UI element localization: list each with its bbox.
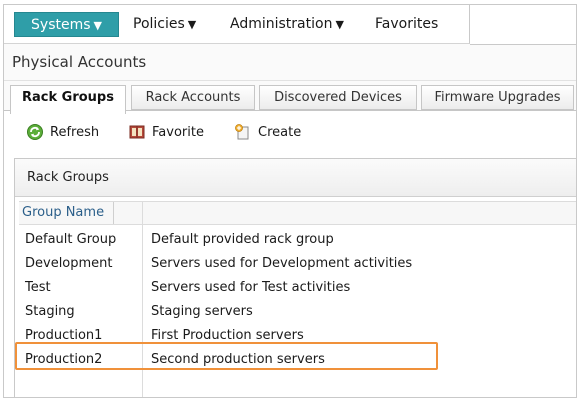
column-header-description[interactable] (143, 202, 443, 224)
panel-header: Rack Groups (15, 159, 576, 197)
caret-down-icon: ▼ (335, 18, 344, 31)
grid-header: Group Name (19, 201, 576, 225)
nav-policies-button[interactable]: Policies ▼ (133, 12, 196, 37)
favorite-label: Favorite (152, 125, 204, 140)
title-divider (4, 80, 576, 81)
create-icon (235, 123, 249, 139)
app-frame: Systems ▼ Policies ▼ Administration ▼ Favor… (3, 4, 577, 398)
caret-down-icon: ▼ (93, 19, 102, 32)
table-row[interactable]: Test Servers used for Test activities (19, 276, 576, 300)
table-row[interactable]: Default Group Default provided rack grou… (19, 228, 576, 252)
tab-label: Rack Accounts (145, 90, 241, 105)
refresh-icon (27, 123, 43, 140)
nav-administration-label: Administration (230, 16, 333, 32)
tab-firmware-upgrades[interactable]: Firmware Upgrades (421, 85, 574, 110)
cell-description: Staging servers (151, 304, 253, 319)
column-header-group-name[interactable]: Group Name (19, 202, 114, 224)
cell-group-name: Default Group (25, 232, 117, 247)
refresh-label: Refresh (50, 125, 100, 140)
top-navigation: Systems ▼ Policies ▼ Administration ▼ Favor… (4, 5, 470, 44)
cell-description: Servers used for Development activities (151, 256, 413, 271)
nav-systems-label: Systems (31, 17, 91, 33)
create-label: Create (258, 125, 302, 140)
favorite-button[interactable]: Favorite (128, 122, 204, 144)
cell-description: Servers used for Test activities (151, 280, 351, 295)
cell-group-name: Staging (25, 304, 75, 319)
cell-group-name: Test (25, 280, 51, 295)
page-title: Physical Accounts (12, 53, 147, 71)
tab-label: Firmware Upgrades (434, 90, 561, 105)
tab-rack-groups[interactable]: Rack Groups (10, 85, 126, 114)
favorite-book-icon (129, 125, 145, 138)
top-navigation-spacer (470, 5, 576, 45)
table-row[interactable]: Development Servers used for Development… (19, 252, 576, 276)
nav-favorites-label: Favorites (375, 16, 439, 32)
tab-discovered-devices[interactable]: Discovered Devices (259, 85, 417, 110)
panel-title: Rack Groups (27, 170, 109, 185)
nav-favorites-button[interactable]: Favorites (375, 12, 438, 37)
tab-label: Rack Groups (22, 90, 114, 105)
nav-systems-button[interactable]: Systems ▼ (14, 12, 119, 37)
nav-policies-label: Policies (133, 16, 185, 32)
cell-description: Default provided rack group (151, 232, 334, 247)
nav-administration-button[interactable]: Administration ▼ (230, 12, 344, 37)
row-highlight-callout (15, 342, 438, 370)
table-row[interactable]: Staging Staging servers (19, 300, 576, 324)
tab-label: Discovered Devices (274, 90, 402, 105)
create-button[interactable]: Create (234, 122, 301, 144)
tab-rack-accounts[interactable]: Rack Accounts (131, 85, 255, 110)
refresh-button[interactable]: Refresh (26, 122, 99, 144)
cell-group-name: Development (25, 256, 113, 271)
caret-down-icon: ▼ (187, 18, 197, 31)
